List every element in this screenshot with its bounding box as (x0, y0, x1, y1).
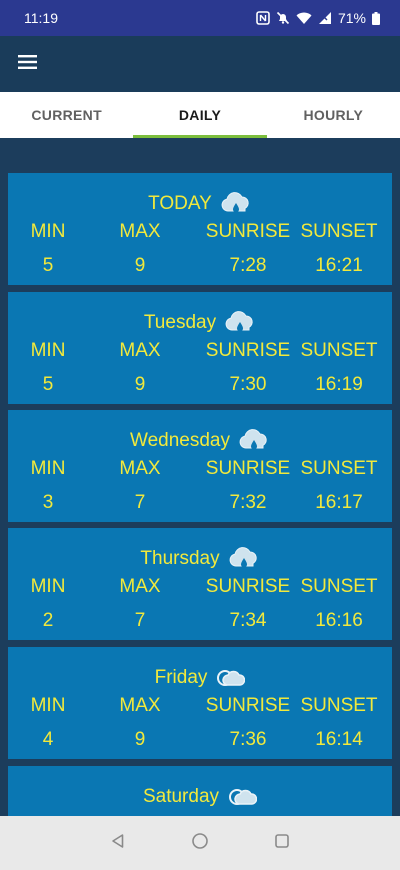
sunrise-value: 7:34 (229, 610, 267, 631)
max-value: 7 (134, 610, 146, 631)
recents-button[interactable] (270, 831, 294, 855)
day-values: 5 9 7:30 16:19 (8, 374, 392, 404)
rain-cloud-icon (238, 428, 270, 452)
min-label: MIN (30, 221, 66, 242)
min-value: 5 (42, 255, 54, 276)
day-card[interactable]: Tuesday MIN MAX SUNRISE SUNSET 5 9 7:30 … (8, 292, 392, 404)
day-name: Thursday (140, 548, 220, 569)
tab-daily[interactable]: DAILY (133, 92, 267, 138)
min-label: MIN (30, 576, 66, 597)
partly-cloudy-icon (215, 667, 246, 689)
signal-icon (318, 11, 332, 25)
day-name: TODAY (148, 193, 212, 214)
sunrise-label: SUNRISE (205, 458, 291, 479)
day-card[interactable]: Wednesday MIN MAX SUNRISE SUNSET 3 7 7:3… (8, 410, 392, 522)
day-card[interactable]: Thursday MIN MAX SUNRISE SUNSET 2 7 7:34… (8, 528, 392, 640)
day-values: 3 7 7:32 16:17 (8, 492, 392, 522)
app-bar (0, 36, 400, 92)
sunrise-label: SUNRISE (205, 340, 291, 361)
day-header: Saturday (8, 766, 392, 814)
min-value: 2 (42, 610, 54, 631)
sunrise-value: 7:36 (229, 729, 267, 750)
home-icon (191, 832, 209, 855)
sunrise-label: SUNRISE (205, 221, 291, 242)
column-labels: MIN MAX SUNRISE SUNSET (8, 458, 392, 488)
menu-button[interactable] (0, 36, 56, 92)
home-button[interactable] (188, 831, 212, 855)
rain-cloud-icon (220, 191, 252, 215)
sunset-label: SUNSET (300, 458, 378, 479)
column-labels: MIN MAX SUNRISE SUNSET (8, 576, 392, 606)
min-value: 3 (42, 492, 54, 513)
day-header: Friday (8, 647, 392, 695)
day-values: 4 9 7:36 16:14 (8, 729, 392, 759)
column-labels: MIN MAX SUNRISE SUNSET (8, 695, 392, 725)
min-label: MIN (30, 458, 66, 479)
tab-bar: CURRENT DAILY HOURLY (0, 92, 400, 138)
min-value: 5 (42, 374, 54, 395)
battery-percent: 71% (337, 10, 366, 26)
day-header: TODAY (8, 173, 392, 221)
sunset-value: 16:16 (315, 610, 363, 631)
status-time: 11:19 (24, 10, 58, 26)
partly-cloudy-icon (227, 786, 258, 808)
min-label: MIN (30, 695, 66, 716)
system-nav-bar (0, 816, 400, 870)
sunset-value: 16:19 (315, 374, 363, 395)
sunset-label: SUNSET (300, 695, 378, 716)
sunset-value: 16:14 (315, 729, 363, 750)
sunset-label: SUNSET (300, 340, 378, 361)
max-label: MAX (119, 221, 161, 242)
back-button[interactable] (106, 831, 130, 855)
day-card[interactable]: Saturday (8, 766, 392, 816)
max-value: 9 (134, 374, 146, 395)
column-labels: MIN MAX SUNRISE SUNSET (8, 340, 392, 370)
max-value: 9 (134, 255, 146, 276)
battery-icon (372, 11, 380, 25)
day-header: Thursday (8, 528, 392, 576)
sunrise-value: 7:32 (229, 492, 267, 513)
day-name: Saturday (142, 786, 220, 807)
tab-current[interactable]: CURRENT (0, 92, 133, 138)
column-labels: MIN MAX SUNRISE SUNSET (8, 221, 392, 251)
max-value: 9 (134, 729, 146, 750)
day-header: Tuesday (8, 292, 392, 340)
day-card[interactable]: TODAY MIN MAX SUNRISE SUNSET 5 9 7:28 16… (8, 173, 392, 285)
wifi-icon (296, 11, 312, 25)
day-name: Friday (154, 667, 208, 688)
max-label: MAX (119, 576, 161, 597)
back-icon (110, 833, 126, 854)
day-values: 2 7 7:34 16:16 (8, 610, 392, 640)
sunrise-value: 7:30 (229, 374, 267, 395)
max-label: MAX (119, 695, 161, 716)
status-icons: 71% (256, 10, 380, 26)
max-label: MAX (119, 458, 161, 479)
sunset-value: 16:17 (315, 492, 363, 513)
recents-icon (274, 833, 290, 854)
max-label: MAX (119, 340, 161, 361)
mute-bell-icon (276, 11, 290, 25)
sunset-label: SUNSET (300, 221, 378, 242)
sunset-value: 16:21 (315, 255, 363, 276)
day-name: Wednesday (130, 430, 230, 451)
day-card[interactable]: Friday MIN MAX SUNRISE SUNSET 4 9 7:36 1… (8, 647, 392, 759)
rain-cloud-icon (224, 310, 256, 334)
hamburger-menu-icon (18, 54, 38, 75)
day-header: Wednesday (8, 410, 392, 458)
sunrise-label: SUNRISE (205, 695, 291, 716)
sunrise-label: SUNRISE (205, 576, 291, 597)
day-values: 5 9 7:28 16:21 (8, 255, 392, 285)
max-value: 7 (134, 492, 146, 513)
daily-forecast-list[interactable]: TODAY MIN MAX SUNRISE SUNSET 5 9 7:28 16… (0, 138, 400, 816)
min-label: MIN (30, 340, 66, 361)
nfc-icon (256, 11, 270, 25)
status-bar: 11:19 71% (0, 0, 400, 36)
sunrise-value: 7:28 (229, 255, 267, 276)
tab-hourly[interactable]: HOURLY (267, 92, 400, 138)
rain-cloud-icon (228, 546, 260, 570)
min-value: 4 (42, 729, 54, 750)
sunset-label: SUNSET (300, 576, 378, 597)
day-name: Tuesday (143, 312, 217, 333)
